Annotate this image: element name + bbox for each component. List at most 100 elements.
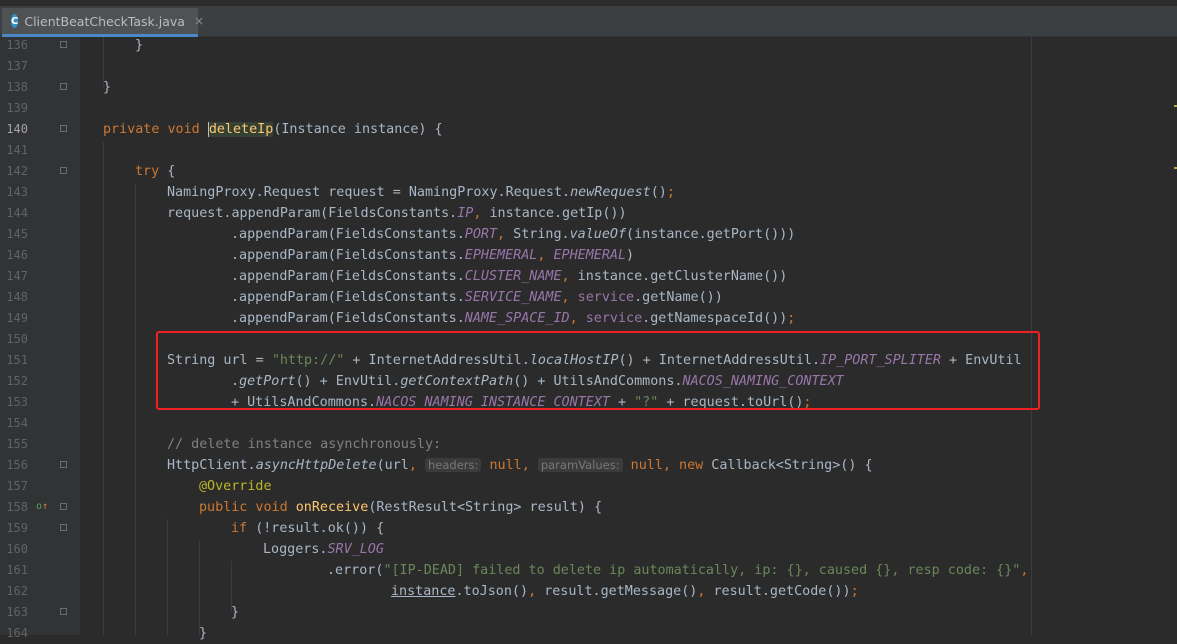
code-line[interactable]: 160 Loggers.SRV_LOG — [0, 539, 1177, 560]
code-token: Loggers. — [263, 542, 328, 557]
code-token: service — [585, 311, 643, 326]
code-token: (Instance instance) { — [273, 122, 443, 137]
code-line[interactable]: 159 if (!result.ok()) { — [0, 518, 1177, 539]
fold-marker-icon[interactable] — [60, 83, 67, 90]
line-number: 141 — [6, 143, 28, 157]
code-token: .appendParam(FieldsConstants. — [231, 290, 465, 305]
code-line[interactable]: 143 NamingProxy.Request request = NamingP… — [0, 182, 1177, 203]
code-token: Callback<String>() { — [711, 458, 873, 473]
fold-marker-icon[interactable] — [60, 524, 67, 531]
code-token: newRequest — [570, 185, 651, 200]
code-line[interactable]: 145 .appendParam(FieldsConstants.PORT, St… — [0, 224, 1177, 245]
code-token: ; — [787, 311, 796, 326]
code-token: } — [135, 38, 144, 53]
tab-client-beat-check-task[interactable]: C ClientBeatCheckTask.java × — [2, 8, 204, 37]
code-token: null — [489, 458, 522, 473]
line-number: 158 — [6, 500, 28, 514]
code-token: private void — [103, 122, 208, 137]
code-token: .appendParam(FieldsConstants. — [231, 269, 465, 284]
code-token: , — [561, 290, 578, 305]
line-number: 150 — [6, 332, 28, 346]
code-token: .getNamespaceId()) — [642, 311, 788, 326]
code-token: instance.getIp()) — [489, 206, 627, 221]
fold-marker-icon[interactable] — [60, 503, 67, 510]
code-token: , — [528, 584, 545, 599]
code-token: if — [231, 521, 256, 536]
code-token: public void — [199, 500, 296, 515]
code-token: , new — [662, 458, 712, 473]
tab-filename: ClientBeatCheckTask.java — [24, 13, 185, 29]
code-token: , — [569, 311, 586, 326]
code-text: private void deleteIp(Instance instance)… — [103, 119, 443, 140]
code-line[interactable]: 147 .appendParam(FieldsConstants.CLUSTER_… — [0, 266, 1177, 287]
code-text: .appendParam(FieldsConstants.PORT, Strin… — [231, 224, 795, 245]
code-text: try { — [135, 161, 175, 182]
code-line[interactable]: 161 .error("[IP-DEAD] failed to delete ip… — [0, 560, 1177, 581]
code-line[interactable]: 154 — [0, 413, 1177, 434]
code-text: if (!result.ok()) { — [231, 518, 384, 539]
code-token: NAME_SPACE_ID — [464, 311, 570, 326]
code-token: null — [630, 458, 663, 473]
code-token: { — [167, 164, 176, 179]
code-token: } — [199, 626, 208, 641]
code-token: SRV_LOG — [327, 542, 384, 557]
code-line[interactable]: 162 instance.toJson(), result.getMessage(… — [0, 581, 1177, 602]
line-number: 142 — [6, 164, 28, 178]
code-line[interactable]: 140 private void deleteIp(Instance instan… — [0, 119, 1177, 140]
code-token: ; — [850, 584, 859, 599]
parameter-hint: headers: — [425, 458, 482, 472]
code-token: .appendParam(FieldsConstants. — [231, 311, 465, 326]
line-number: 151 — [6, 353, 28, 367]
code-token: , — [537, 248, 554, 263]
fold-marker-icon[interactable] — [60, 608, 67, 615]
code-line[interactable]: 146 .appendParam(FieldsConstants.EPHEMERA… — [0, 245, 1177, 266]
code-text: .appendParam(FieldsConstants.EPHEMERAL, … — [231, 245, 634, 266]
line-number: 146 — [6, 248, 28, 262]
code-line[interactable]: 136} — [0, 35, 1177, 56]
highlight-annotation-box — [156, 331, 1040, 410]
code-line[interactable]: 144 request.appendParam(FieldsConstants.I… — [0, 203, 1177, 224]
code-line[interactable]: 158 o↑ public void onReceive(RestResult<St… — [0, 497, 1177, 518]
code-token: , — [473, 206, 490, 221]
code-line[interactable]: 163} — [0, 602, 1177, 623]
code-line[interactable]: 141 — [0, 140, 1177, 161]
line-number: 160 — [6, 542, 28, 556]
code-token: request.appendParam(FieldsConstants. — [167, 206, 458, 221]
code-text: NamingProxy.Request request = NamingProx… — [167, 182, 675, 203]
code-line[interactable]: 164} — [0, 623, 1177, 644]
code-line[interactable]: 148 .appendParam(FieldsConstants.SERVICE_… — [0, 287, 1177, 308]
code-token: (RestResult<String> result) { — [368, 500, 603, 515]
override-method-icon[interactable]: o↑ — [36, 500, 48, 514]
fold-marker-icon[interactable] — [60, 125, 67, 132]
line-number: 138 — [6, 80, 28, 94]
code-text: instance.toJson(), result.getMessage(), … — [391, 581, 859, 602]
code-token: , — [521, 458, 538, 473]
code-text: .appendParam(FieldsConstants.NAME_SPACE_… — [231, 308, 795, 329]
fold-marker-icon[interactable] — [60, 41, 67, 48]
code-text: } — [135, 35, 143, 56]
code-line[interactable]: 157 @Override — [0, 476, 1177, 497]
code-text: request.appendParam(FieldsConstants.IP, … — [167, 203, 627, 224]
code-token: ; — [666, 185, 675, 200]
fold-marker-icon[interactable] — [60, 167, 67, 174]
code-token: ) — [626, 248, 635, 263]
line-number: 145 — [6, 227, 28, 241]
line-number: 153 — [6, 395, 28, 409]
code-token: PORT — [464, 227, 498, 242]
code-line[interactable]: 138} — [0, 77, 1177, 98]
code-text: HttpClient.asyncHttpDelete(url, headers:… — [167, 455, 873, 476]
code-token: result.getMessage() — [544, 584, 698, 599]
close-icon[interactable]: × — [194, 14, 204, 28]
code-line[interactable]: 139 — [0, 98, 1177, 119]
code-line[interactable]: 149 .appendParam(FieldsConstants.NAME_SPA… — [0, 308, 1177, 329]
code-token: IP — [457, 206, 474, 221]
code-token: .error( — [327, 563, 384, 578]
code-line[interactable]: 156 HttpClient.asyncHttpDelete(url, heade… — [0, 455, 1177, 476]
line-number: 155 — [6, 437, 28, 451]
line-number: 162 — [6, 584, 28, 598]
fold-marker-icon[interactable] — [60, 461, 67, 468]
code-line[interactable]: 137 — [0, 56, 1177, 77]
code-line[interactable]: 155 // delete instance asynchronously: — [0, 434, 1177, 455]
parameter-hint: paramValues: — [537, 458, 623, 472]
code-line[interactable]: 142 try { — [0, 161, 1177, 182]
